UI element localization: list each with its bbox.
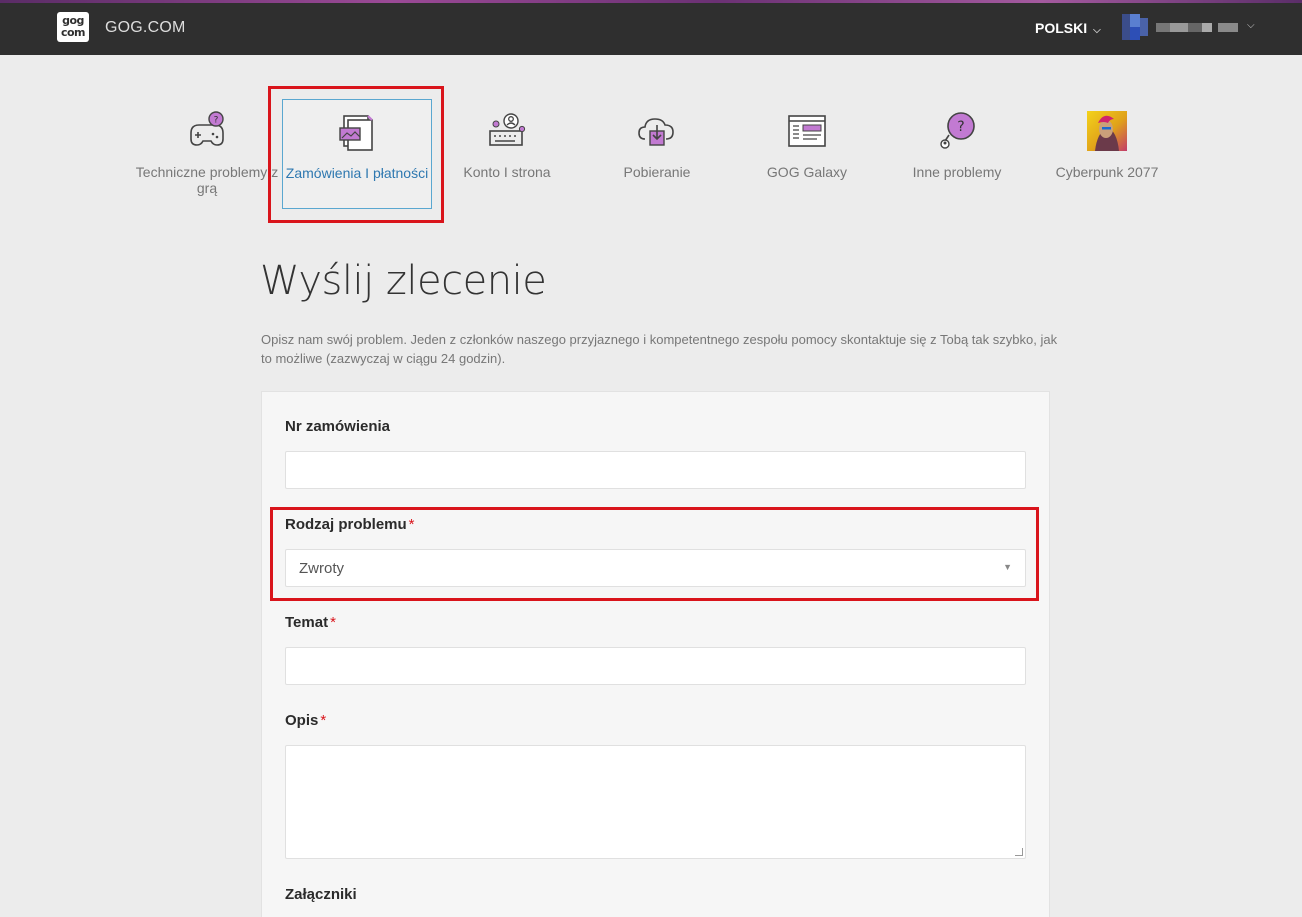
svg-text:?: ? [957,119,964,135]
required-marker: * [330,614,336,631]
category-label: Pobieranie [623,164,691,180]
gamepad-question-icon: ? [190,111,224,146]
category-technical[interactable]: ? Techniczne problemy z grą [132,99,282,209]
required-marker: * [320,712,327,729]
subject-label-text: Temat [285,614,329,631]
chevron-down-icon: ⌵ [1093,25,1101,36]
category-account-site[interactable]: Konto I strona [432,99,582,209]
cloud-download-icon [638,118,674,146]
category-label: Konto I strona [463,164,551,180]
cyberpunk-thumbnail [1087,111,1127,151]
subject-input[interactable] [285,647,1026,685]
subject-label: Temat * [285,614,336,631]
description-label-text: Opis [285,712,319,729]
account-keyboard-icon [489,113,526,146]
galaxy-window-icon [788,115,826,147]
page-description: Opisz nam swój problem. Jeden z członków… [261,332,1058,366]
brand-link[interactable]: GOG.COM [105,19,186,37]
attachments-label-text: Załączniki [285,886,357,903]
description-textarea[interactable] [285,745,1026,859]
language-label: POLSKI [1035,20,1088,36]
logo-text-bottom: com [60,26,86,39]
category-label: Inne problemy [912,164,1002,180]
gog-logo[interactable]: gog com [57,12,89,42]
top-accent-stripe [0,0,1302,3]
category-gog-galaxy[interactable]: GOG Galaxy [732,99,882,209]
page-title: Wyślij zlecenie [260,258,547,304]
resize-handle-icon[interactable] [1015,848,1023,856]
category-label: Techniczne problemy z grą [135,164,279,196]
attachments-label: Załączniki [285,886,357,903]
category-cyberpunk-2077[interactable]: Cyberpunk 2077 [1032,99,1182,209]
language-selector[interactable]: POLSKI ⌵ [1035,20,1101,36]
order-number-label: Nr zamówienia [285,418,390,435]
highlight-box-category [268,86,444,223]
order-number-label-text: Nr zamówienia [285,418,391,435]
question-bubble-icon: ? [940,112,975,149]
category-downloads[interactable]: Pobieranie [582,99,732,209]
category-other-problems[interactable]: ? Inne problemy [882,99,1032,209]
description-label: Opis * [285,712,326,729]
category-label: Cyberpunk 2077 [1055,164,1159,180]
order-number-input[interactable] [285,451,1026,489]
user-menu-chevron-icon[interactable]: ⌵ [1247,20,1255,31]
top-navigation-bar [0,0,1302,55]
svg-text:?: ? [214,116,219,126]
highlight-box-problem-type [270,507,1039,601]
user-avatar-blurred[interactable] [1122,14,1242,40]
category-label: GOG Galaxy [766,164,848,180]
